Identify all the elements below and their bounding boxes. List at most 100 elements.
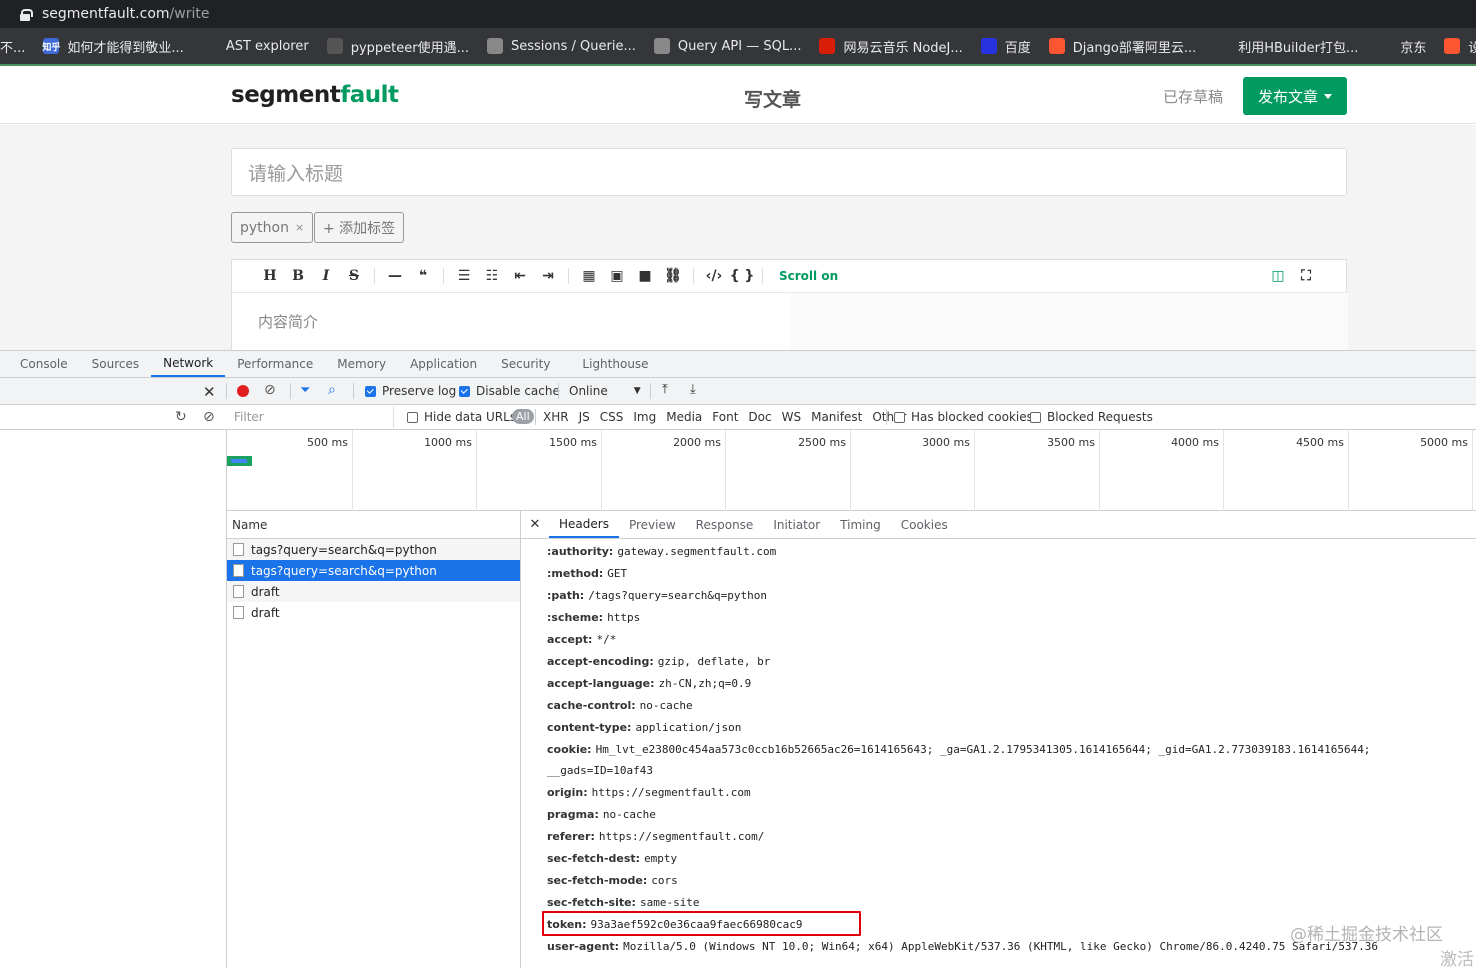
type-filter-css[interactable]: CSS <box>600 410 624 424</box>
tab-memory[interactable]: Memory <box>325 351 398 377</box>
detail-tab-response[interactable]: Response <box>686 511 764 538</box>
close-search-icon[interactable]: ✕ <box>203 383 216 401</box>
bookmark-item[interactable]: AST explorer <box>201 38 309 54</box>
header-value: cors <box>651 874 678 887</box>
split-view-icon[interactable]: ◫ <box>1264 266 1292 286</box>
name-column-header[interactable]: Name <box>227 511 520 539</box>
toolbar-divider <box>535 409 536 425</box>
tab-application[interactable]: Application <box>398 351 489 377</box>
publish-article-button[interactable]: 发布文章 <box>1243 77 1347 115</box>
has-blocked-cookies-checkbox[interactable]: Has blocked cookies <box>894 410 1033 424</box>
bookmark-favicon-icon <box>1444 38 1461 54</box>
bookmark-label: 京东 <box>1400 40 1427 56</box>
hide-data-urls-checkbox[interactable]: Hide data URLs <box>407 410 516 424</box>
request-row[interactable]: draft <box>227 581 520 602</box>
bookmark-item[interactable]: 京东 <box>1376 37 1426 56</box>
fullscreen-icon[interactable]: ⛶ <box>1292 266 1320 286</box>
hr-icon[interactable]: — <box>381 266 409 286</box>
tag-python[interactable]: python × <box>231 212 314 243</box>
bookmark-item[interactable]: Sessions / Querie... <box>487 38 636 54</box>
search-icon[interactable]: ⌕ <box>328 382 336 398</box>
type-filter-font[interactable]: Font <box>712 410 738 424</box>
type-all-filter[interactable]: All <box>512 409 534 424</box>
network-timeline[interactable]: 500 ms 1000 ms 1500 ms 2000 ms 2500 ms 3000 m… <box>227 430 1476 511</box>
filter-icon[interactable]: ⏷ <box>300 383 310 398</box>
header-name: pragma: <box>547 808 599 821</box>
detail-tab-preview[interactable]: Preview <box>619 511 686 538</box>
bookmark-item[interactable]: 不... <box>0 37 25 56</box>
tab-network[interactable]: Network <box>151 351 226 377</box>
disable-cache-checkbox[interactable]: Disable cache <box>459 384 560 398</box>
bookmark-item[interactable]: 利用HBuilder打包... <box>1214 37 1358 56</box>
preserve-log-checkbox[interactable]: Preserve log <box>365 384 456 398</box>
import-har-icon[interactable]: ⤒ <box>662 382 668 397</box>
detail-tab-headers[interactable]: Headers <box>549 511 619 538</box>
request-row[interactable]: draft <box>227 602 520 623</box>
clear-icon[interactable]: ⊘ <box>264 382 276 398</box>
bookmark-item[interactable]: 百度 <box>980 37 1031 56</box>
strikethrough-icon[interactable]: S <box>340 266 368 286</box>
type-filter-xhr[interactable]: XHR <box>543 410 569 424</box>
detail-tab-cookies[interactable]: Cookies <box>891 511 958 538</box>
bold-icon[interactable]: B <box>284 266 312 286</box>
blocked-requests-checkbox[interactable]: Blocked Requests <box>1030 410 1153 424</box>
image-icon[interactable]: ▣ <box>603 266 631 286</box>
request-row[interactable]: tags?query=search&q=python <box>227 560 520 581</box>
tab-security[interactable]: Security <box>489 351 562 377</box>
add-tag-button[interactable]: + 添加标签 <box>314 212 405 243</box>
type-filter-manifest[interactable]: Manifest <box>811 410 862 424</box>
tab-performance[interactable]: Performance <box>225 351 325 377</box>
bookmark-item[interactable]: 网易云音乐 NodeJ... <box>819 37 963 56</box>
header-value: https://segmentfault.com/ <box>598 830 765 843</box>
header-name: sec-fetch-mode: <box>547 874 648 887</box>
header-value: gzip, deflate, br <box>657 655 771 668</box>
tab-console[interactable]: Console <box>8 351 80 377</box>
scroll-on-toggle[interactable]: Scroll on <box>779 269 838 283</box>
ol-icon[interactable]: ☷ <box>478 266 506 286</box>
type-filter-media[interactable]: Media <box>666 410 702 424</box>
braces-icon[interactable]: { } <box>728 266 756 286</box>
header-row: sec-fetch-dest: empty <box>547 848 1476 870</box>
outdent-icon[interactable]: ⇤ <box>506 266 534 286</box>
record-button[interactable] <box>237 385 249 397</box>
segmentfault-logo[interactable]: segmentfault <box>231 82 399 108</box>
header-row: cookie: Hm_lvt_e23800c454aa573c0ccb16b526… <box>547 739 1476 782</box>
export-har-icon[interactable]: ⤓ <box>690 382 696 397</box>
detail-tab-timing[interactable]: Timing <box>830 511 891 538</box>
ul-icon[interactable]: ☰ <box>450 266 478 286</box>
title-input[interactable]: 请输入标题 <box>231 148 1347 196</box>
heading-icon[interactable]: H <box>256 266 284 286</box>
close-detail-icon[interactable]: ✕ <box>527 511 543 538</box>
detail-tab-initiator[interactable]: Initiator <box>763 511 830 538</box>
header-name: :method: <box>547 567 604 580</box>
code-icon[interactable]: ‹/› <box>700 266 728 286</box>
devtools-tab-spacer <box>0 351 8 377</box>
tab-sources[interactable]: Sources <box>80 351 151 377</box>
browser-url-bar[interactable]: segmentfault.com/write <box>0 0 1476 28</box>
video-icon[interactable]: ■ <box>631 266 659 286</box>
table-icon[interactable]: ▦ <box>575 266 603 286</box>
type-filter-doc[interactable]: Doc <box>748 410 771 424</box>
italic-icon[interactable]: I <box>312 266 340 286</box>
bookmark-item[interactable]: Django部署阿里云... <box>1048 37 1196 56</box>
type-filter-js[interactable]: JS <box>579 410 590 424</box>
filter-input[interactable]: Filter <box>228 406 394 428</box>
refresh-icon[interactable]: ↻ <box>175 409 187 425</box>
request-row[interactable]: tags?query=search&q=python <box>227 539 520 560</box>
bookmark-item[interactable]: 知乎 如何才能得到敬业... <box>42 37 184 56</box>
timeline-tick-label: 1500 ms <box>549 436 597 449</box>
quote-icon[interactable]: ❝ <box>409 266 437 286</box>
tab-lighthouse[interactable]: Lighthouse <box>570 351 660 377</box>
link-icon[interactable]: ⛓ <box>659 266 687 286</box>
type-filter-img[interactable]: Img <box>633 410 656 424</box>
bookmark-item[interactable]: 设置(更改)Mysql... <box>1444 37 1476 56</box>
header-row: accept: */* <box>547 629 1476 651</box>
tag-remove-icon[interactable]: × <box>295 221 304 234</box>
cancel-search-icon[interactable]: ⊘ <box>203 409 215 425</box>
indent-icon[interactable]: ⇥ <box>534 266 562 286</box>
throttling-select[interactable]: Online ▼ <box>569 384 641 398</box>
bookmark-item[interactable]: pyppeteer使用遇... <box>326 37 469 56</box>
type-filter-ws[interactable]: WS <box>782 410 801 424</box>
bookmark-item[interactable]: Query API — SQL... <box>653 38 801 54</box>
content-editor[interactable]: 内容简介 <box>231 293 1348 350</box>
